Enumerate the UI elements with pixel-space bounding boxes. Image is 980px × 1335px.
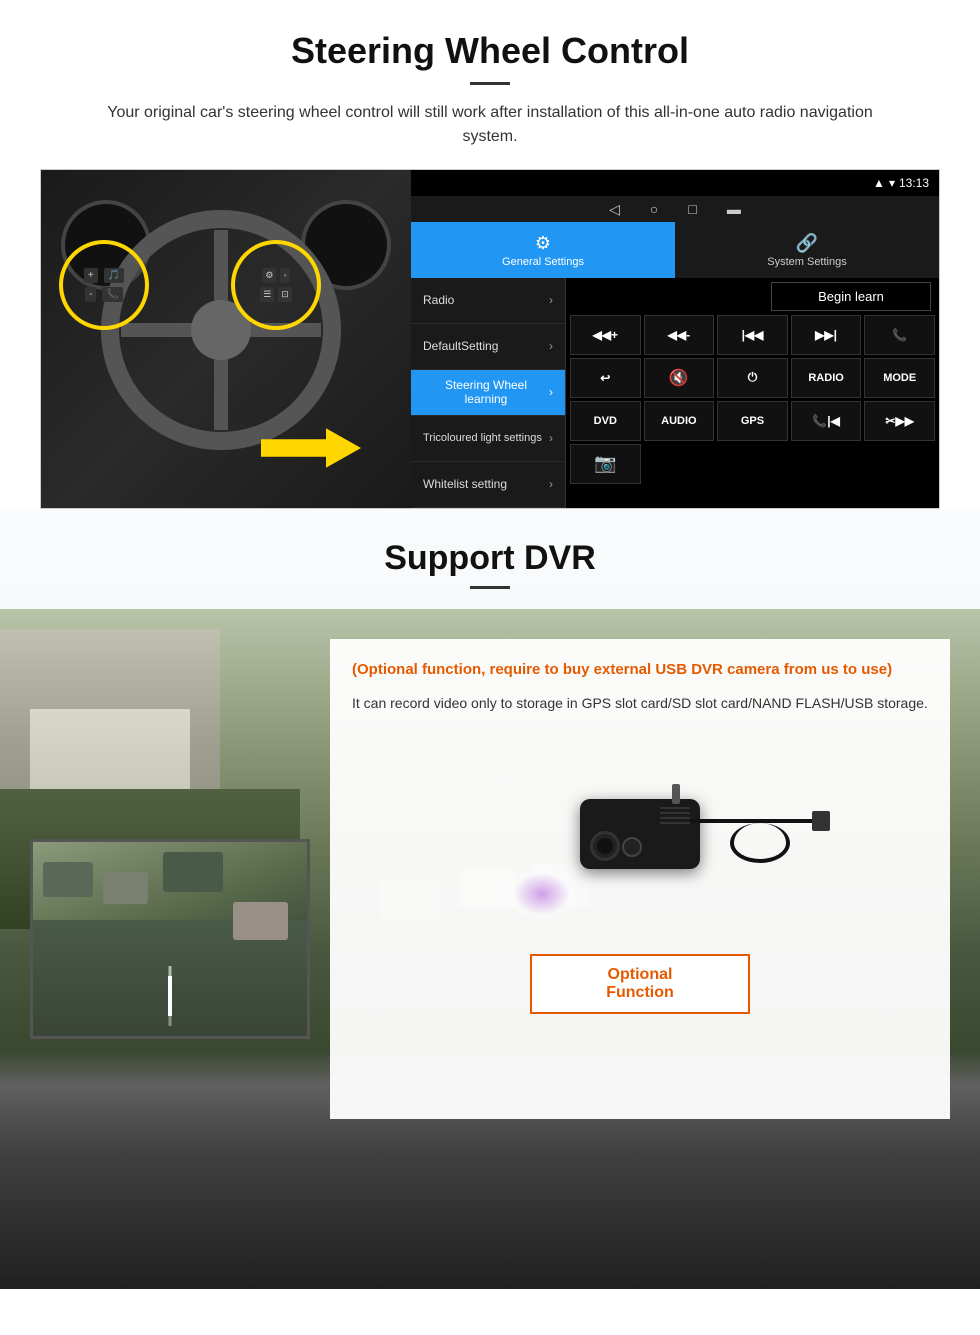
chevron-icon: › [549,293,553,307]
ctrl-next[interactable]: ▶▶| [791,315,862,355]
dvr-small-preview [30,839,310,1039]
optional-warning-text: (Optional function, require to buy exter… [352,659,928,680]
dvr-title-area: Support DVR [0,509,980,609]
menu-nav-btn[interactable]: ▬ [727,201,741,217]
begin-learn-row: Begin learn [570,282,935,311]
status-icons: ▲ ▾ 13:13 [873,176,929,190]
settings-content: Radio › DefaultSetting › Steering Wheel … [411,278,939,508]
ctrl-power[interactable]: ⏻ [717,358,788,398]
camera-body [580,799,700,869]
steering-wheel-section: Steering Wheel Control Your original car… [0,0,980,509]
settings-menu: Radio › DefaultSetting › Steering Wheel … [411,278,566,508]
ctrl-call[interactable]: 📞 [864,315,935,355]
ctrl-vol-up[interactable]: ◀◀+ [570,315,641,355]
menu-item-whitelist[interactable]: Whitelist setting › [411,462,565,508]
tab-system[interactable]: 🔗 System Settings [675,222,939,278]
optional-function-button[interactable]: Optional Function [530,954,750,1014]
dvr-section: Support DVR (Optional function, require … [0,509,980,1289]
camera-lens [590,831,620,861]
android-statusbar: ▲ ▾ 13:13 [411,170,939,196]
home-nav-btn[interactable]: ○ [650,201,658,217]
ctrl-gps[interactable]: GPS [717,401,788,441]
ctrl-vol-down[interactable]: ◀◀- [644,315,715,355]
menu-label-default: DefaultSetting [423,339,498,353]
ctrl-back[interactable]: ↩ [570,358,641,398]
dvr-description: It can record video only to storage in G… [352,692,928,714]
ctrl-mute[interactable]: 🔇 [644,358,715,398]
menu-item-default[interactable]: DefaultSetting › [411,324,565,370]
begin-learn-button[interactable]: Begin learn [771,282,931,311]
chevron-icon: › [549,477,553,491]
menu-item-tricolour[interactable]: Tricoloured light settings › [411,416,565,462]
page-title: Steering Wheel Control [40,30,940,72]
dvr-content-row: (Optional function, require to buy exter… [0,619,980,1139]
menu-label-whitelist: Whitelist setting [423,477,507,491]
chevron-icon: › [549,339,553,353]
ctrl-cut-next[interactable]: ✂▶▶ [864,401,935,441]
menu-label-radio: Radio [423,293,454,307]
menu-label-steering: Steering Wheel learning [423,378,549,406]
ctrl-mode[interactable]: MODE [864,358,935,398]
dvr-camera-illustration [352,734,928,934]
section-description: Your original car's steering wheel contr… [80,101,900,149]
ctrl-dvd[interactable]: DVD [570,401,641,441]
dvr-info-box: (Optional function, require to buy exter… [330,639,950,1119]
back-nav-btn[interactable]: ◁ [609,201,620,218]
control-grid: Begin learn ◀◀+ ◀◀- |◀◀ ▶▶| 📞 ↩ 🔇 ⏻ RADI… [566,278,939,508]
left-highlight-circle: + 🎵 - 📞 [59,240,149,330]
chevron-icon: › [549,431,553,445]
ctrl-audio[interactable]: AUDIO [644,401,715,441]
tab-general[interactable]: ⚙ General Settings [411,222,675,278]
android-ui-panel: ▲ ▾ 13:13 ◁ ○ □ ▬ ⚙ General Settings 🔗 [411,170,939,508]
camera-mount [672,784,680,804]
right-highlight-circle: ⚙ ◦ ☰ ⊡ [231,240,321,330]
settings-tabs: ⚙ General Settings 🔗 System Settings [411,222,939,278]
dvr-title-divider [470,586,510,589]
chevron-icon: › [549,385,553,399]
ui-screenshot: + 🎵 - 📞 ⚙ ◦ [40,169,940,509]
ctrl-prev[interactable]: |◀◀ [717,315,788,355]
menu-label-tricolour: Tricoloured light settings [423,432,542,444]
time-display: 13:13 [899,176,929,190]
dvr-title: Support DVR [0,539,980,578]
system-settings-icon: 🔗 [796,233,818,254]
steering-wheel-image: + 🎵 - 📞 ⚙ ◦ [41,170,411,509]
ctrl-call-prev[interactable]: 📞|◀ [791,401,862,441]
menu-item-radio[interactable]: Radio › [411,278,565,324]
ctrl-camera[interactable]: 📷 [570,444,641,484]
general-settings-icon: ⚙ [535,233,551,254]
control-button-grid: ◀◀+ ◀◀- |◀◀ ▶▶| 📞 ↩ 🔇 ⏻ RADIO MODE DVD A [570,315,935,484]
menu-item-steering[interactable]: Steering Wheel learning › [411,370,565,416]
tab-system-label: System Settings [767,256,846,268]
ctrl-radio[interactable]: RADIO [791,358,862,398]
title-divider [470,82,510,85]
tab-general-label: General Settings [502,256,584,268]
recents-nav-btn[interactable]: □ [688,201,696,217]
signal-icon: ▲ [873,176,885,190]
android-navbar: ◁ ○ □ ▬ [411,196,939,222]
wifi-icon: ▾ [889,176,895,190]
